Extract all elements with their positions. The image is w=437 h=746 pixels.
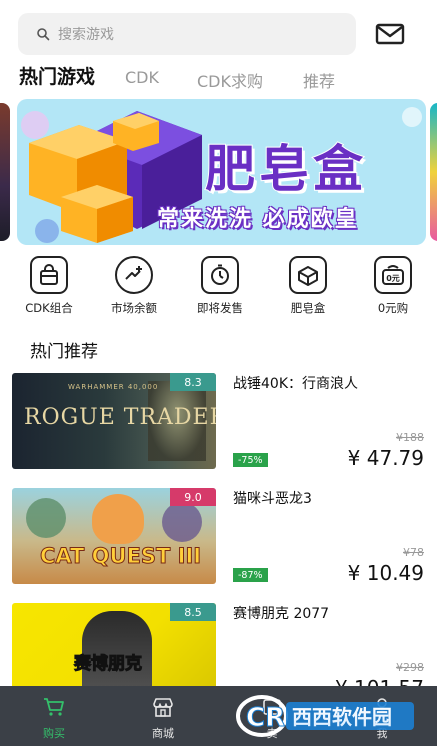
cover-title: 赛博朋克 [74, 654, 143, 675]
banner-next-peek[interactable] [430, 103, 437, 241]
store-icon [153, 698, 173, 717]
banner-subtitle: 常来洗洗 必成欧皇 [157, 207, 359, 232]
quick-zero-yuan-label: 0元购 [377, 301, 409, 315]
quick-market-balance[interactable]: 市场余额 [94, 256, 174, 316]
banner-slide[interactable]: 肥皂盒 常来洗洗 必成欧皇 [17, 99, 426, 245]
stopwatch-icon [201, 256, 239, 294]
current-price: ¥ 10.49 [347, 561, 424, 585]
discount-badge: -75% [233, 453, 268, 467]
game-cover[interactable]: CAT QUEST III 9.0 [12, 488, 216, 584]
search-bar-row: 搜索游戏 [0, 0, 437, 62]
svg-text:CR: CR [246, 703, 285, 733]
quick-cdk-bundle[interactable]: CDK组合 [9, 256, 89, 316]
game-card[interactable]: CAT QUEST III 9.0 猫咪斗恶龙3 ¥78 -87% ¥ 10.4… [0, 488, 437, 588]
current-price: ¥ 47.79 [347, 446, 424, 470]
game-cover[interactable]: 赛博朋克 8.5 [12, 603, 216, 699]
banner-title: 肥皂盒 [204, 139, 367, 199]
quick-actions: CDK组合 市场余额 即将发售 肥皂盒 0元 0元购 [0, 256, 437, 324]
quick-coming-soon[interactable]: 即将发售 [180, 256, 260, 316]
game-title: 赛博朋克 2077 [233, 606, 330, 622]
score-badge: 9.0 [170, 488, 216, 506]
game-title: 猫咪斗恶龙3 [233, 491, 312, 507]
soap-box-icon [289, 256, 327, 294]
tab-cdk[interactable]: CDK [125, 68, 159, 87]
balance-icon [115, 256, 153, 294]
banner-prev-peek[interactable] [0, 103, 10, 241]
banner-carousel[interactable]: 肥皂盒 常来洗洗 必成欧皇 [0, 99, 437, 245]
score-badge: 8.3 [170, 373, 216, 391]
score-badge: 8.5 [170, 603, 216, 621]
nav-buy[interactable]: 购买 [24, 696, 84, 741]
site-watermark-logo: CR 西西软件园 [236, 695, 414, 737]
mail-icon[interactable] [374, 20, 406, 48]
quick-soap-box[interactable]: 肥皂盒 [268, 256, 348, 316]
quick-zero-yuan[interactable]: 0元 0元购 [353, 256, 433, 316]
shopping-bag-icon [30, 256, 68, 294]
tab-recommend[interactable]: 推荐 [303, 68, 335, 92]
cart-icon [44, 698, 64, 716]
section-title: 热门推荐 [30, 342, 98, 362]
original-price: ¥188 [396, 431, 424, 444]
game-cover[interactable]: WARHAMMER 40,000 ROGUE TRADER 8.3 [12, 373, 216, 469]
quick-cdk-bundle-label: CDK组合 [25, 301, 73, 315]
original-price: ¥78 [403, 546, 424, 559]
category-tabs: 热门游戏 CDK CDK求购 推荐 [0, 64, 437, 94]
discount-badge: -87% [233, 568, 268, 582]
tab-hot-games[interactable]: 热门游戏 [19, 62, 95, 89]
original-price: ¥298 [396, 661, 424, 674]
cover-title: ROGUE TRADER [24, 405, 216, 430]
cover-character-art [162, 502, 202, 542]
tab-cdk-request[interactable]: CDK求购 [197, 68, 263, 92]
svg-text:西西软件园: 西西软件园 [292, 705, 392, 729]
search-input[interactable]: 搜索游戏 [18, 13, 356, 55]
nav-buy-label: 购买 [43, 727, 65, 740]
cover-character-art [26, 498, 66, 538]
cover-cat-art [92, 494, 144, 544]
quick-coming-soon-label: 即将发售 [197, 301, 243, 315]
game-title: 战锤40K：行商浪人 [233, 376, 358, 392]
cover-small-title: WARHAMMER 40,000 [68, 383, 159, 391]
search-placeholder: 搜索游戏 [58, 27, 114, 43]
svg-text:0元: 0元 [386, 274, 400, 283]
cover-title: CAT QUEST III [39, 544, 202, 569]
nav-store[interactable]: 商城 [133, 696, 193, 741]
quick-soap-box-label: 肥皂盒 [290, 301, 326, 315]
nav-store-label: 商城 [152, 727, 174, 740]
quick-market-balance-label: 市场余额 [111, 301, 157, 315]
game-card[interactable]: WARHAMMER 40,000 ROGUE TRADER 8.3 战锤40K：… [0, 373, 437, 473]
search-icon [37, 28, 50, 41]
zero-yuan-icon: 0元 [374, 256, 412, 294]
